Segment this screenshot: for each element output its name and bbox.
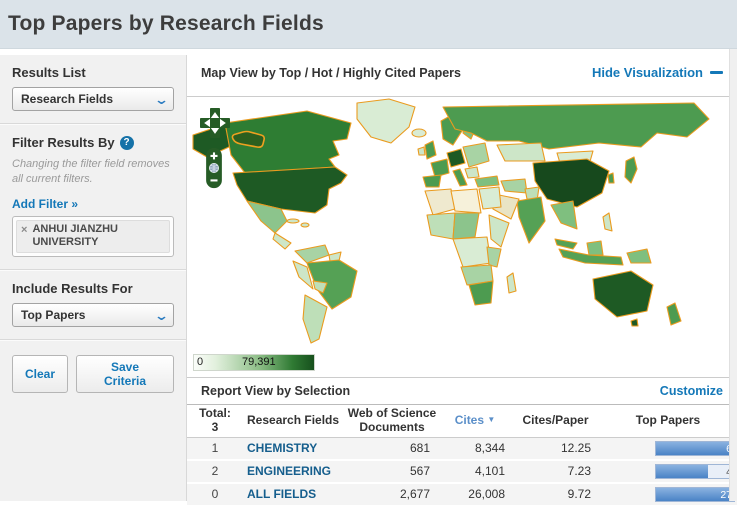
customize-link[interactable]: Customize	[660, 384, 723, 398]
cites-value: 4,101	[474, 464, 505, 479]
results-table: Total: 3 Research Fields Web of Science Do…	[187, 405, 737, 507]
bar-fill	[656, 464, 709, 478]
main-panel: Map View by Top / Hot / Highly Cited Pap…	[187, 49, 737, 507]
row-rank: 2	[211, 464, 219, 479]
wos-docs-value: 2,677	[399, 487, 430, 502]
row-rank: 0	[211, 487, 219, 502]
report-view-title: Report View by Selection	[201, 384, 351, 398]
include-results-selected: Top Papers	[21, 308, 86, 323]
add-filter-link[interactable]: Add Filter »	[12, 197, 78, 211]
field-link[interactable]: ALL FIELDS	[243, 487, 346, 501]
results-list-label: Results List	[12, 65, 86, 80]
hide-visualization-link[interactable]: Hide Visualization	[592, 65, 723, 80]
table-row: 2 ENGINEERING 567 4,101 7.23 4	[187, 460, 737, 484]
clear-button[interactable]: Clear	[12, 355, 69, 394]
total-header: Total: 3	[199, 406, 231, 434]
sidebar: Results List Research Fields ⌄ Filter Re…	[0, 55, 187, 501]
bar-fill	[656, 441, 734, 455]
include-results-label: Include Results For	[12, 281, 133, 297]
active-filters-box: × ANHUI JIANZHU UNIVERSITY	[12, 215, 174, 258]
results-list-select[interactable]: Research Fields ⌄	[12, 87, 174, 111]
cites-per-paper-value: 12.25	[560, 441, 591, 456]
map-view-title: Map View by Top / Hot / Highly Cited Pap…	[201, 65, 461, 80]
row-rank: 1	[211, 441, 219, 456]
cites-per-paper-value: 7.23	[567, 464, 591, 479]
wos-docs-value: 567	[409, 464, 430, 479]
table-row: 0 ALL FIELDS 2,677 26,008 9.72 27	[187, 483, 737, 507]
include-results-select[interactable]: Top Papers ⌄	[12, 303, 174, 328]
field-link[interactable]: ENGINEERING	[243, 464, 346, 478]
top-papers-bar: 6	[655, 440, 735, 456]
page-banner: Top Papers by Research Fields	[0, 0, 737, 49]
field-link[interactable]: CHEMISTRY	[243, 441, 346, 455]
filter-tag: × ANHUI JIANZHU UNIVERSITY	[16, 219, 170, 254]
minus-icon	[710, 71, 723, 74]
table-header-row: Total: 3 Research Fields Web of Science Do…	[187, 405, 737, 438]
filter-tag-label: ANHUI JIANZHU UNIVERSITY	[32, 222, 118, 249]
cites-value: 26,008	[468, 487, 505, 502]
table-row: 1 CHEMISTRY 681 8,344 12.25 6	[187, 437, 737, 461]
top-papers-bar: 4	[655, 463, 735, 479]
pan-hand-cursor	[231, 130, 265, 148]
page-title: Top Papers by Research Fields	[8, 12, 324, 35]
hide-visualization-label: Hide Visualization	[591, 65, 703, 80]
zoom-out-icon	[210, 179, 218, 182]
col-top-papers: Top Papers	[635, 412, 701, 427]
scale-min-label: 0	[197, 356, 204, 368]
zoom-globe-icon	[209, 163, 219, 173]
scrollbar[interactable]	[729, 49, 737, 501]
col-research-fields: Research Fields	[247, 412, 340, 427]
results-list-selected: Research Fields	[21, 92, 114, 106]
col-cites-per-paper: Cites/Paper	[522, 412, 589, 427]
chevron-down-icon: ⌄	[153, 91, 170, 107]
map-controls	[200, 107, 230, 189]
map-area: 0 79,391	[187, 97, 737, 378]
filter-note: Changing the filter field removes all cu…	[12, 158, 170, 185]
scale-max-label: 79,391	[242, 356, 276, 368]
col-cites-sort[interactable]: Cites ▼	[438, 412, 512, 430]
chevron-down-icon: ⌄	[153, 307, 170, 323]
filter-results-label: Filter Results By	[12, 135, 115, 150]
col-wos-documents: Web of Science Documents	[347, 406, 437, 434]
wos-docs-value: 681	[409, 441, 430, 456]
zoom-control[interactable]	[205, 147, 223, 189]
col-cites-label: Cites	[454, 412, 485, 427]
sort-desc-icon: ▼	[487, 414, 496, 424]
top-papers-bar: 27	[655, 486, 735, 502]
save-criteria-button[interactable]: Save Criteria	[76, 355, 174, 394]
map-color-scale: 0 79,391	[193, 354, 315, 371]
cites-per-paper-value: 9.72	[567, 487, 591, 502]
world-map[interactable]	[189, 97, 729, 349]
pan-control[interactable]	[200, 107, 230, 139]
remove-filter-icon[interactable]: ×	[21, 223, 27, 251]
question-mark-icon[interactable]: ?	[119, 135, 134, 150]
cites-value: 8,344	[474, 441, 505, 456]
